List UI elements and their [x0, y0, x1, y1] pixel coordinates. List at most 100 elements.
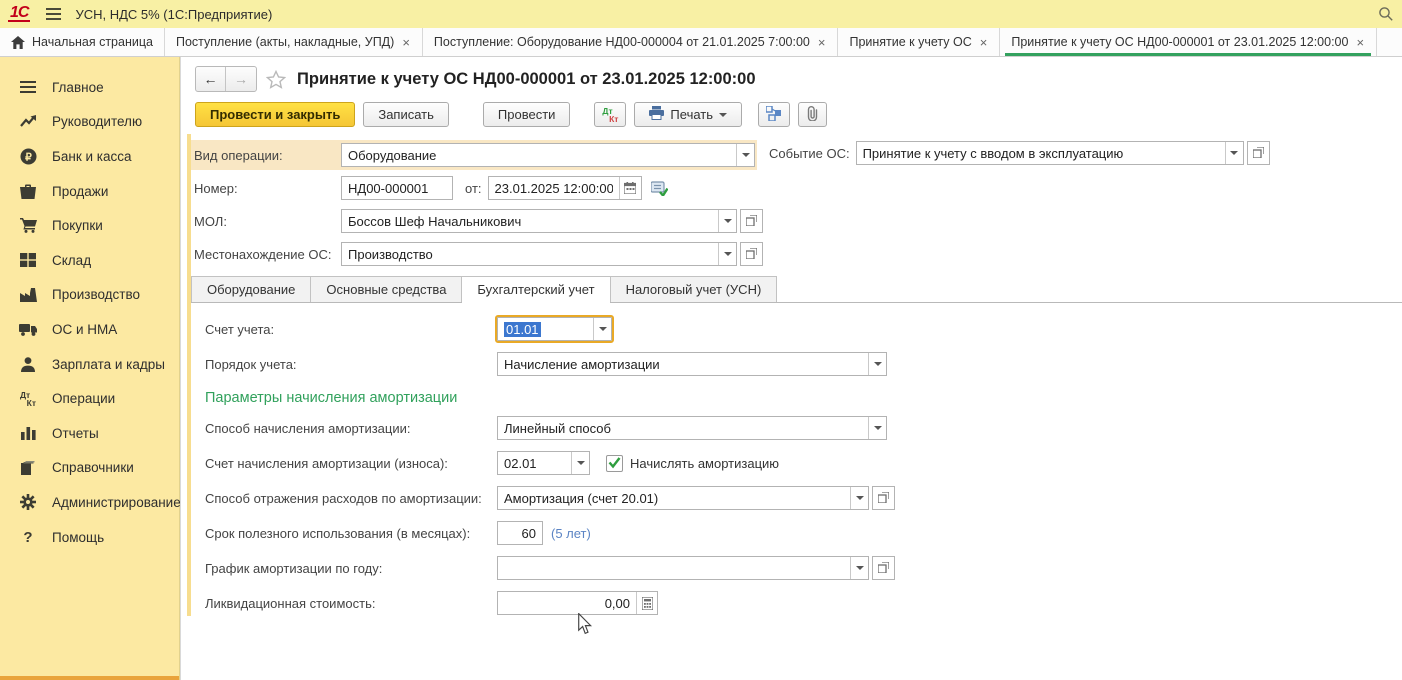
date-input[interactable]: [489, 177, 619, 199]
close-icon[interactable]: ×: [817, 35, 827, 50]
event-open-button[interactable]: [1247, 141, 1270, 165]
tab-home[interactable]: Начальная страница: [0, 28, 165, 56]
chevron-down-icon[interactable]: [868, 353, 886, 375]
sidebar-item-glavnoe[interactable]: Главное: [0, 70, 179, 105]
close-icon[interactable]: ×: [1355, 35, 1365, 50]
chevron-down-icon[interactable]: [868, 417, 886, 439]
section-sidebar: Главное Руководителю ₽ Банк и касса Прод…: [0, 57, 180, 680]
app-title: УСН, НДС 5% (1С:Предприятие): [75, 7, 272, 22]
chevron-down-icon[interactable]: [1225, 142, 1243, 164]
depr-account-combobox[interactable]: 02.01: [497, 451, 590, 475]
location-open-button[interactable]: [740, 242, 763, 266]
number-label: Номер:: [191, 181, 341, 196]
liquidation-input[interactable]: [498, 592, 636, 614]
location-combobox[interactable]: Производство: [341, 242, 737, 266]
chevron-down-icon[interactable]: [850, 487, 868, 509]
liquidation-field[interactable]: [497, 591, 658, 615]
tab-postuplenie-doc[interactable]: Поступление: Оборудование НД00-000004 от…: [423, 28, 839, 56]
account-value: 01.01: [504, 322, 541, 337]
accrue-depreciation-checkbox[interactable]: [606, 455, 623, 472]
method-value: Линейный способ: [498, 417, 868, 439]
post-button[interactable]: Провести: [483, 102, 571, 127]
chevron-down-icon[interactable]: [718, 243, 736, 265]
open-link-icon: [746, 247, 757, 262]
tab-oborudovanie[interactable]: Оборудование: [191, 276, 311, 302]
expense-combobox[interactable]: Амортизация (счет 20.01): [497, 486, 869, 510]
history-buttons: ← →: [195, 66, 257, 92]
calendar-icon[interactable]: [619, 177, 641, 199]
sidebar-item-zarplata-kadry[interactable]: Зарплата и кадры: [0, 347, 179, 382]
chevron-down-icon[interactable]: [736, 144, 754, 166]
print-label: Печать: [670, 107, 713, 122]
chevron-down-icon[interactable]: [571, 452, 589, 474]
mol-value: Боссов Шеф Начальникович: [342, 210, 718, 232]
expense-open-button[interactable]: [872, 486, 895, 510]
schedule-open-button[interactable]: [872, 556, 895, 580]
cart-icon: [19, 218, 37, 233]
sidebar-item-os-nma[interactable]: ОС и НМА: [0, 312, 179, 347]
chevron-down-icon[interactable]: [850, 557, 868, 579]
accrue-depreciation-label[interactable]: Начислять амортизацию: [630, 456, 779, 471]
document-page-tabs: Оборудование Основные средства Бухгалтер…: [191, 276, 1402, 303]
chevron-down-icon[interactable]: [718, 210, 736, 232]
sidebar-item-rukovoditelyu[interactable]: Руководителю: [0, 105, 179, 140]
event-label: Событие ОС:: [769, 146, 850, 161]
mol-combobox[interactable]: Боссов Шеф Начальникович: [341, 209, 737, 233]
forward-button[interactable]: →: [226, 67, 256, 91]
location-label: Местонахождение ОС:: [191, 247, 341, 262]
calculator-icon[interactable]: [636, 592, 657, 614]
sidebar-item-bank-kassa[interactable]: ₽ Банк и касса: [0, 139, 179, 174]
sidebar-item-otchety[interactable]: Отчеты: [0, 416, 179, 451]
tab-label: Поступление (акты, накладные, УПД): [176, 35, 394, 49]
account-combobox[interactable]: 01.01: [497, 317, 612, 341]
operation-combobox[interactable]: Оборудование: [341, 143, 755, 167]
sidebar-item-operacii[interactable]: ДтКт Операции: [0, 381, 179, 416]
main-menu-icon[interactable]: [46, 8, 61, 20]
sidebar-item-label: Главное: [52, 80, 104, 95]
sidebar-item-pomosch[interactable]: ? Помощь: [0, 520, 179, 555]
method-combobox[interactable]: Линейный способ: [497, 416, 887, 440]
chevron-down-icon: [719, 113, 727, 117]
order-combobox[interactable]: Начисление амортизации: [497, 352, 887, 376]
operation-row-highlight: Вид операции: Оборудование: [191, 140, 757, 170]
amortization-section-title: Параметры начисления амортизации: [205, 390, 1402, 406]
sidebar-item-label: Банк и касса: [52, 149, 132, 164]
sidebar-item-label: Производство: [52, 287, 140, 302]
sidebar-item-sklad[interactable]: Склад: [0, 243, 179, 278]
back-button[interactable]: ←: [196, 67, 226, 91]
date-field[interactable]: [488, 176, 642, 200]
schedule-combobox[interactable]: [497, 556, 869, 580]
event-combobox[interactable]: Принятие к учету с вводом в эксплуатацию: [856, 141, 1244, 165]
tab-nalogovyy-uchet[interactable]: Налоговый учет (УСН): [610, 276, 778, 302]
set-current-date-icon[interactable]: [651, 181, 668, 196]
save-button[interactable]: Записать: [363, 102, 449, 127]
sidebar-item-label: ОС и НМА: [52, 322, 117, 337]
dtkt-button[interactable]: ДтКт: [594, 102, 626, 127]
sidebar-item-administrirovanie[interactable]: Администрирование: [0, 485, 179, 520]
useful-life-hint: (5 лет): [551, 526, 591, 541]
tab-postuplenie-list[interactable]: Поступление (акты, накладные, УПД) ×: [165, 28, 423, 56]
mol-open-button[interactable]: [740, 209, 763, 233]
sidebar-item-spravochniki[interactable]: Справочники: [0, 451, 179, 486]
tab-prinyatie-list[interactable]: Принятие к учету ОС ×: [838, 28, 1000, 56]
sidebar-item-proizvodstvo[interactable]: Производство: [0, 278, 179, 313]
print-button[interactable]: Печать: [634, 102, 742, 127]
close-icon[interactable]: ×: [979, 35, 989, 50]
search-icon[interactable]: [1378, 6, 1394, 22]
useful-life-input[interactable]: [497, 521, 543, 545]
attachments-button[interactable]: [798, 102, 827, 127]
tab-buhgalterskiy-uchet[interactable]: Бухгалтерский учет: [461, 276, 610, 302]
books-icon: [19, 461, 37, 475]
post-and-close-button[interactable]: Провести и закрыть: [195, 102, 355, 127]
sidebar-item-pokupki[interactable]: Покупки: [0, 208, 179, 243]
close-icon[interactable]: ×: [401, 35, 411, 50]
tab-osnovnye-sredstva[interactable]: Основные средства: [310, 276, 462, 302]
document-structure-button[interactable]: [758, 102, 790, 127]
event-value: Принятие к учету с вводом в эксплуатацию: [857, 142, 1225, 164]
number-input[interactable]: [341, 176, 453, 200]
tab-prinyatie-doc[interactable]: Принятие к учету ОС НД00-000001 от 23.01…: [1000, 28, 1377, 56]
chevron-down-icon[interactable]: [593, 318, 611, 340]
favorite-star-icon[interactable]: [266, 70, 286, 89]
sidebar-item-prodazhi[interactable]: Продажи: [0, 174, 179, 209]
truck-icon: [19, 323, 37, 336]
